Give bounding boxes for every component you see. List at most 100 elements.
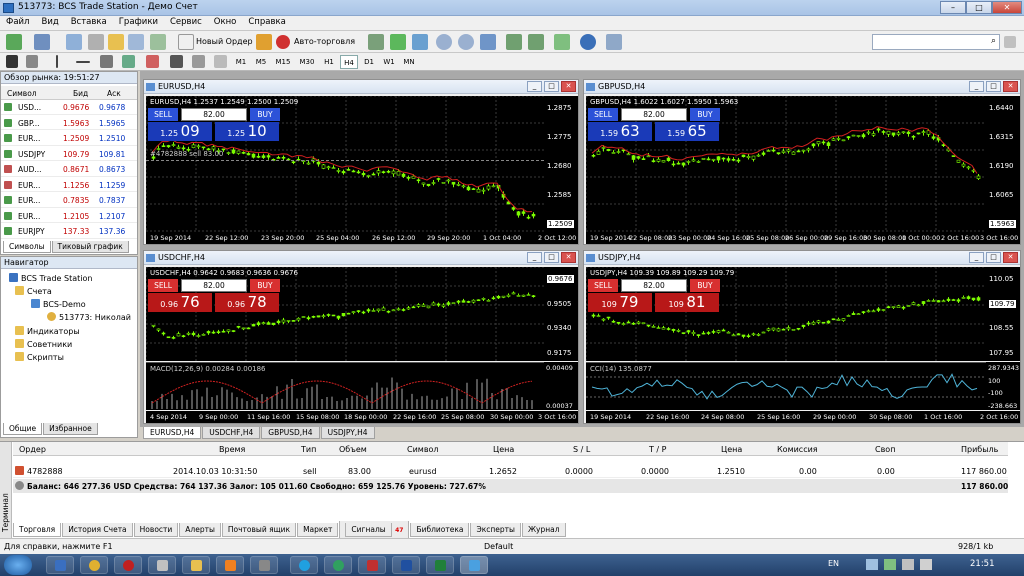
market-watch-row[interactable]: EUR... 1.2509 1.2510 bbox=[1, 131, 137, 146]
maximize-button[interactable]: □ bbox=[966, 1, 992, 14]
price-plot[interactable]: USDCHF,H4 0.9642 0.9683 0.9636 0.9676 SEL… bbox=[146, 267, 544, 361]
time-axis[interactable]: 19 Sep 2014 22 Sep 12:00 23 Sep 20:00 25 Se… bbox=[146, 232, 578, 244]
col-symbol[interactable]: Символ bbox=[7, 89, 37, 98]
menu-charts[interactable]: Графики bbox=[113, 16, 164, 28]
periods-icon[interactable] bbox=[580, 34, 596, 50]
horizontal-line-icon[interactable] bbox=[76, 61, 90, 63]
indicator-plot[interactable]: MACD(12,26,9) 0.00284 0.00186 bbox=[146, 362, 544, 410]
col-type[interactable]: Тип bbox=[301, 445, 316, 454]
bid-quote[interactable]: 1.25 09 bbox=[148, 122, 212, 141]
timeframe-m30[interactable]: M30 bbox=[296, 55, 318, 69]
taskbar-folder[interactable] bbox=[182, 556, 210, 574]
crosshair-icon[interactable] bbox=[26, 55, 38, 68]
order-line[interactable] bbox=[146, 160, 544, 161]
sell-button[interactable]: SELL bbox=[148, 108, 178, 121]
menu-tools[interactable]: Сервис bbox=[164, 16, 208, 28]
menu-insert[interactable]: Вставка bbox=[65, 16, 113, 28]
tab-experts[interactable]: Эксперты bbox=[470, 523, 521, 537]
timeframe-m5[interactable]: M5 bbox=[252, 55, 270, 69]
col-price[interactable]: Цена bbox=[493, 445, 514, 454]
taskbar-media[interactable] bbox=[216, 556, 244, 574]
col-order[interactable]: Ордер bbox=[19, 445, 46, 454]
col-profit[interactable]: Прибыль bbox=[961, 445, 998, 454]
tab-news[interactable]: Новости bbox=[133, 523, 179, 537]
chart-maximize-button[interactable]: □ bbox=[986, 81, 1001, 92]
timeframe-h4[interactable]: H4 bbox=[340, 55, 358, 69]
timeframe-m15[interactable]: M15 bbox=[272, 55, 294, 69]
time-axis[interactable]: 19 Sep 2014 22 Sep 08:00 23 Sep 00:00 24 Se… bbox=[586, 232, 1020, 244]
chart-tab-usdjpy[interactable]: USDJPY,H4 bbox=[320, 427, 375, 439]
search-icon[interactable]: ⌕ bbox=[991, 36, 996, 46]
tester-icon[interactable] bbox=[150, 34, 166, 50]
sell-button[interactable]: SELL bbox=[588, 108, 618, 121]
timeframe-h1[interactable]: H1 bbox=[320, 55, 338, 69]
ask-quote[interactable]: 1.59 65 bbox=[655, 122, 719, 141]
chart-tab-usdchf[interactable]: USDCHF,H4 bbox=[202, 427, 261, 439]
taskbar-app-11[interactable] bbox=[392, 556, 420, 574]
chart-window-eurusd[interactable]: EURUSD,H4 _ □ ✕ EURUSD,H4 1.2537 1.2549 1.25… bbox=[143, 79, 579, 245]
chart-minimize-button[interactable]: _ bbox=[969, 81, 984, 92]
taskbar-app-9[interactable] bbox=[324, 556, 352, 574]
market-watch-row[interactable]: GBP... 1.5963 1.5965 bbox=[1, 116, 137, 130]
vertical-line-icon[interactable] bbox=[56, 55, 58, 68]
chart-shift-icon[interactable] bbox=[528, 34, 544, 50]
ask-quote[interactable]: 109 81 bbox=[655, 293, 719, 312]
new-order-button[interactable]: Новый Ордер bbox=[196, 37, 253, 46]
indicator-plot[interactable]: CCI(14) 135.0877 bbox=[586, 362, 986, 410]
buy-button[interactable]: BUY bbox=[250, 279, 280, 292]
bid-quote[interactable]: 0.96 76 bbox=[148, 293, 212, 312]
tile-windows-icon[interactable] bbox=[480, 34, 496, 50]
autotrading-button[interactable]: Авто-торговля bbox=[294, 37, 355, 46]
timeframe-m1[interactable]: M1 bbox=[232, 55, 250, 69]
price-axis[interactable]: 0.9676 0.9505 0.9340 0.9175 bbox=[544, 267, 578, 361]
profiles-icon[interactable] bbox=[34, 34, 50, 50]
buy-button[interactable]: BUY bbox=[690, 279, 720, 292]
col-symbol[interactable]: Символ bbox=[407, 445, 439, 454]
chart-maximize-button[interactable]: □ bbox=[544, 252, 559, 263]
market-watch-row[interactable]: EUR... 0.7835 0.7837 bbox=[1, 193, 137, 208]
price-axis[interactable]: 110.05 109.79 108.55 107.95 bbox=[986, 267, 1020, 361]
taskbar-chrome[interactable] bbox=[80, 556, 108, 574]
market-watch-row[interactable]: EURJPY 137.33 137.36 bbox=[1, 224, 137, 239]
chart-tab-gbpusd[interactable]: GBPUSD,H4 bbox=[261, 427, 320, 439]
new-order-icon[interactable] bbox=[178, 34, 194, 50]
col-tp[interactable]: T / P bbox=[649, 445, 667, 454]
lot-size-input[interactable]: 82.00 bbox=[181, 108, 247, 121]
taskbar-app-10[interactable] bbox=[358, 556, 386, 574]
col-volume[interactable]: Объем bbox=[339, 445, 367, 454]
bid-quote[interactable]: 109 79 bbox=[588, 293, 652, 312]
label-icon[interactable] bbox=[192, 55, 205, 68]
col-ask[interactable]: Аск bbox=[107, 89, 121, 98]
price-plot[interactable]: USDJPY,H4 109.39 109.89 109.29 109.79 SEL… bbox=[586, 267, 986, 361]
chart-minimize-button[interactable]: _ bbox=[527, 81, 542, 92]
menu-window[interactable]: Окно bbox=[208, 16, 243, 28]
market-watch-row[interactable]: USD... 0.9676 0.9678 bbox=[1, 100, 137, 115]
fibo-icon[interactable] bbox=[146, 55, 159, 68]
price-plot[interactable]: GBPUSD,H4 1.6022 1.6027 1.5950 1.5963 SEL… bbox=[586, 96, 986, 232]
nav-experts[interactable]: Советники bbox=[15, 339, 72, 349]
tray-icon-1[interactable] bbox=[866, 559, 878, 570]
new-chart-icon[interactable] bbox=[6, 34, 22, 50]
chart-window-usdchf[interactable]: USDCHF,H4 _ □ ✕ USDCHF,H4 0.9642 0.9683 0.96… bbox=[143, 250, 579, 424]
tray-icon-2[interactable] bbox=[884, 559, 896, 570]
volume-icon[interactable] bbox=[920, 559, 932, 570]
taskbar-app-4[interactable] bbox=[148, 556, 176, 574]
chart-minimize-button[interactable]: _ bbox=[969, 252, 984, 263]
ask-quote[interactable]: 1.25 10 bbox=[215, 122, 279, 141]
timeframe-d1[interactable]: D1 bbox=[360, 55, 378, 69]
tab-trade[interactable]: Торговля bbox=[13, 523, 62, 537]
tab-market[interactable]: Маркет bbox=[297, 523, 339, 537]
autotrading-icon[interactable] bbox=[276, 35, 290, 49]
timeframe-w1[interactable]: W1 bbox=[380, 55, 398, 69]
text-icon[interactable] bbox=[170, 55, 183, 68]
autoscroll-icon[interactable] bbox=[506, 34, 522, 50]
ask-quote[interactable]: 0.96 78 bbox=[215, 293, 279, 312]
language-indicator[interactable]: EN bbox=[828, 559, 839, 568]
chart-maximize-button[interactable]: □ bbox=[544, 81, 559, 92]
chart-close-button[interactable]: ✕ bbox=[561, 252, 576, 263]
order-row[interactable]: 4782888 2014.10.03 10:31:50 sell 83.00 e… bbox=[13, 464, 1008, 478]
buy-button[interactable]: BUY bbox=[690, 108, 720, 121]
chart-window-usdjpy[interactable]: USDJPY,H4 _ □ ✕ USDJPY,H4 109.39 109.89 109.… bbox=[583, 250, 1021, 424]
time-axis[interactable]: 4 Sep 2014 9 Sep 00:00 11 Sep 16:00 15 Sep … bbox=[146, 411, 578, 423]
chart-tab-eurusd[interactable]: EURUSD,H4 bbox=[143, 427, 202, 439]
